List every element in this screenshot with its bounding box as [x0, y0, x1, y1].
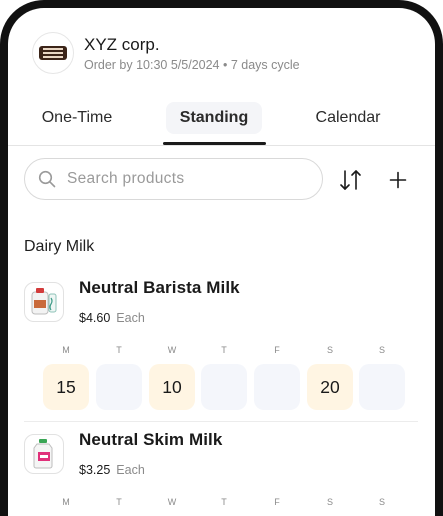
active-tab-indicator	[163, 142, 266, 145]
search-input[interactable]	[67, 170, 297, 188]
product-unit: Each	[116, 311, 145, 325]
weekday-label: W	[167, 345, 177, 355]
day-qty-friday[interactable]	[254, 364, 300, 410]
order-info: Order by 10:30 5/5/2024 • 7 days cycle	[84, 57, 300, 72]
weekday-label: T	[221, 345, 227, 355]
weekday-label: T	[221, 497, 227, 507]
header: XYZ corp. Order by 10:30 5/5/2024 • 7 da…	[32, 32, 300, 74]
product-name: Neutral Skim Milk	[79, 430, 223, 449]
tab-one-time[interactable]: One-Time	[28, 102, 126, 134]
add-button[interactable]	[386, 168, 410, 192]
weekday-label: T	[116, 497, 122, 507]
day-qty-wednesday[interactable]: 10	[149, 364, 195, 410]
phone-frame: XYZ corp. Order by 10:30 5/5/2024 • 7 da…	[0, 0, 443, 516]
day-qty-monday[interactable]: 15	[43, 364, 89, 410]
price-row: $4.60 Each	[79, 311, 145, 325]
weekday-labels: M T W T F S S	[40, 345, 408, 357]
company-name: XYZ corp.	[84, 34, 160, 54]
day-quantity-row: 15 10 20	[40, 364, 408, 410]
weekday-label: T	[116, 345, 122, 355]
weekday-label: S	[326, 497, 333, 507]
weekday-label: S	[326, 345, 333, 355]
tab-calendar[interactable]: Calendar	[298, 102, 398, 134]
sort-button[interactable]	[338, 168, 364, 192]
plus-icon	[389, 171, 407, 189]
weekday-label: S	[378, 345, 385, 355]
weekday-label: M	[62, 345, 70, 355]
weekday-label: M	[62, 497, 70, 507]
product-unit: Each	[116, 463, 145, 477]
company-logo	[32, 32, 74, 74]
weekday-label: W	[167, 497, 177, 507]
weekday-label: F	[274, 497, 280, 507]
weekday-label: S	[378, 497, 385, 507]
day-qty-saturday[interactable]: 20	[307, 364, 353, 410]
day-qty-thursday[interactable]	[201, 364, 247, 410]
weekday-labels: M T W T F S S	[40, 497, 408, 509]
search-bar[interactable]	[24, 158, 323, 200]
day-qty-tuesday[interactable]	[96, 364, 142, 410]
section-title: Dairy Milk	[24, 238, 95, 255]
product-image	[24, 434, 64, 474]
divider	[24, 421, 418, 422]
product-price: $4.60	[79, 311, 111, 325]
product-name: Neutral Barista Milk	[79, 278, 240, 297]
day-qty-sunday[interactable]	[359, 364, 405, 410]
tab-standing[interactable]: Standing	[166, 102, 262, 134]
search-icon	[37, 169, 57, 189]
sort-icon	[340, 170, 361, 190]
company-info: XYZ corp. Order by 10:30 5/5/2024 • 7 da…	[84, 35, 300, 72]
product-price: $3.25	[79, 463, 111, 477]
price-row: $3.25 Each	[79, 463, 145, 477]
product-image	[24, 282, 64, 322]
tab-bar: One-Time Standing Calendar	[8, 88, 435, 146]
weekday-label: F	[274, 345, 280, 355]
